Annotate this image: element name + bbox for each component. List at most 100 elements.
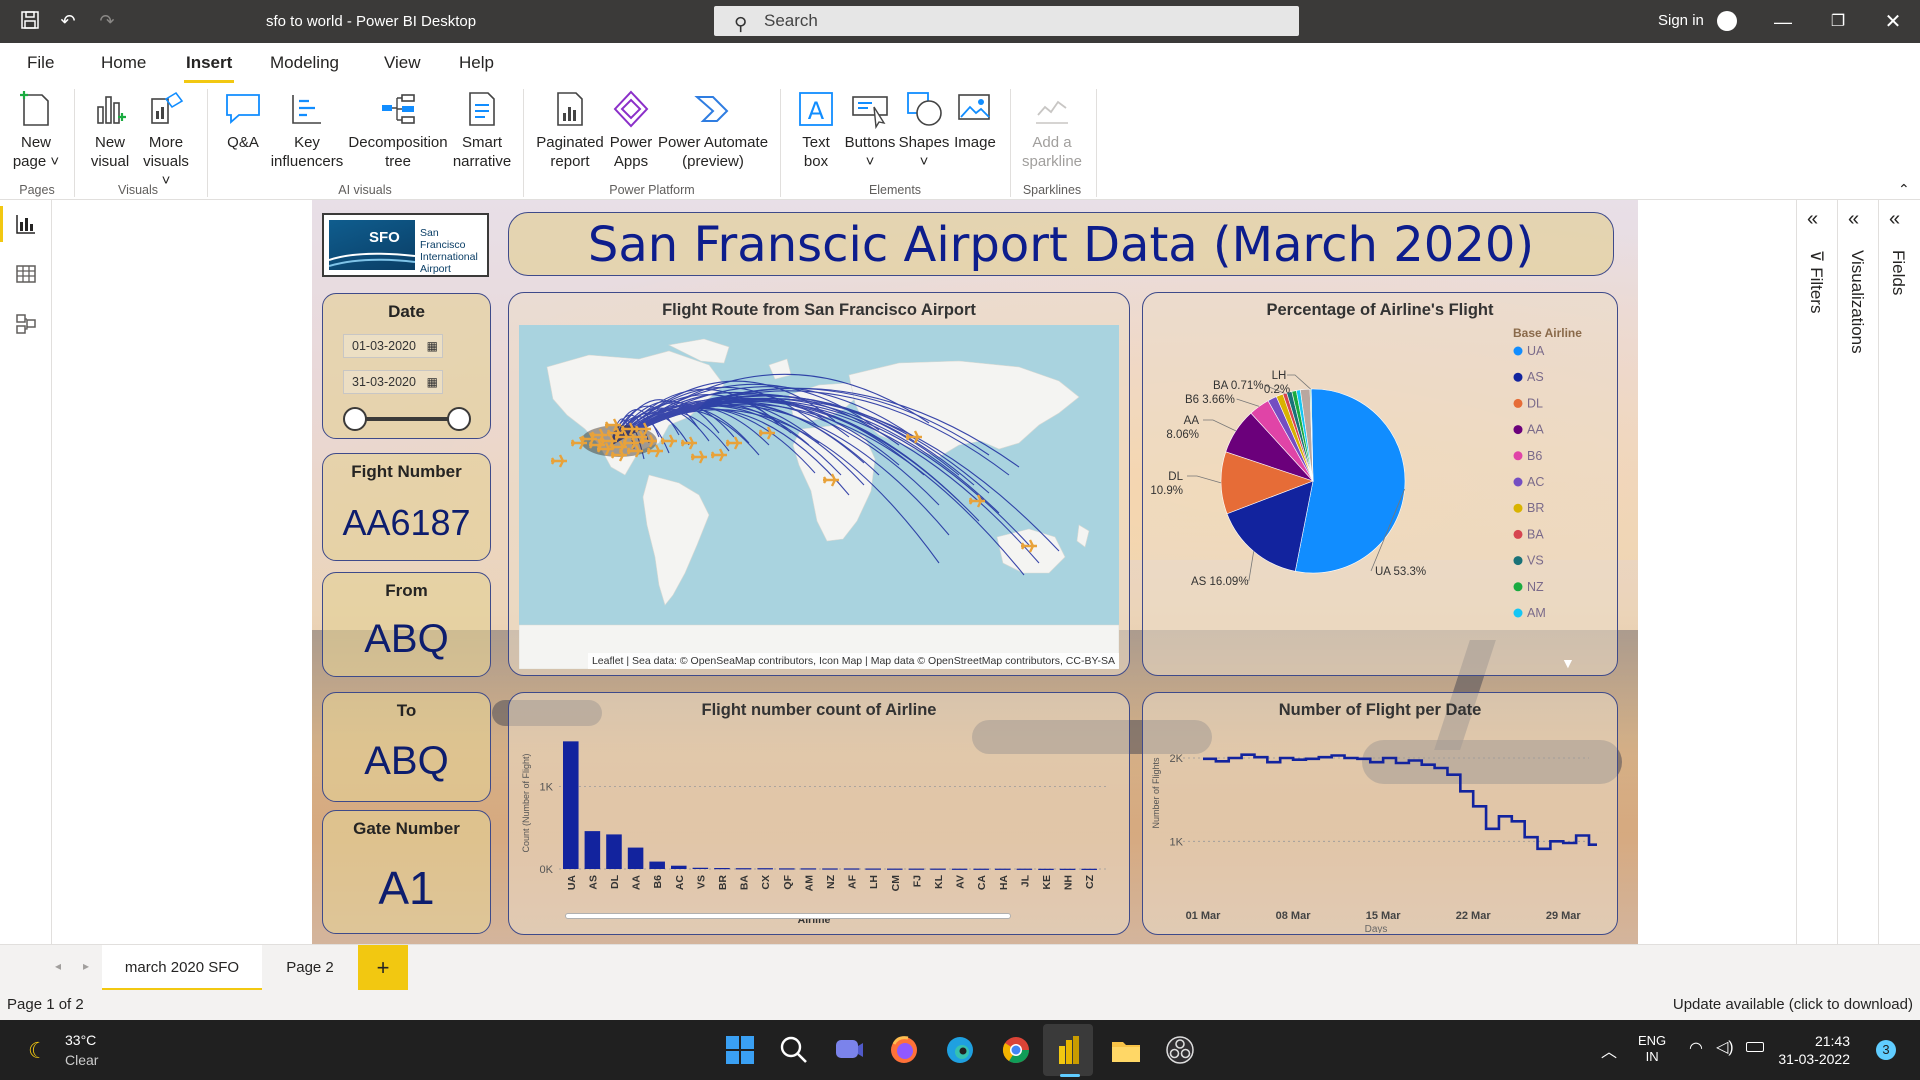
date-range-start-handle[interactable] <box>343 407 367 431</box>
bar-kl[interactable] <box>930 868 946 870</box>
legend-marker-vs[interactable] <box>1513 556 1523 566</box>
legend-marker-ac[interactable] <box>1513 477 1523 487</box>
legend-marker-dl[interactable] <box>1513 398 1523 408</box>
date-start-input[interactable]: 01-03-2020 ▦ <box>343 334 443 358</box>
expand-chevron-icon[interactable]: « <box>1848 208 1859 231</box>
calendar-icon[interactable]: ▦ <box>427 335 438 357</box>
legend-marker-br[interactable] <box>1513 503 1523 513</box>
language-code[interactable]: ENG <box>1638 1033 1666 1049</box>
weather-condition[interactable]: Clear <box>65 1052 98 1068</box>
language-region[interactable]: IN <box>1638 1049 1666 1065</box>
legend-item-dl[interactable]: DL <box>1527 396 1543 410</box>
restore-icon[interactable]: ❐ <box>1818 8 1858 36</box>
bar-fj[interactable] <box>908 868 925 870</box>
add-sparkline-button[interactable]: Add a sparkline <box>1016 89 1088 171</box>
legend-item-ac[interactable]: AC <box>1527 475 1544 489</box>
map-tile[interactable]: Leaflet | Sea data: © OpenSeaMap contrib… <box>519 325 1119 669</box>
bar-ke[interactable] <box>1038 868 1054 870</box>
update-available-link[interactable]: Update available (click to download) <box>1673 996 1913 1013</box>
new-page-button[interactable]: New page ˅ <box>8 89 64 171</box>
avatar[interactable] <box>1717 11 1737 31</box>
legend-item-nz[interactable]: NZ <box>1527 580 1544 594</box>
bar-chart[interactable]: 0K 1K Count (Number of Flight) UA AS DL AA B6 AC… <box>509 723 1131 933</box>
model-view-icon[interactable] <box>14 312 38 336</box>
legend-item-br[interactable]: BR <box>1527 501 1544 515</box>
filters-pane[interactable]: « ⊽ Filters <box>1797 200 1838 944</box>
legend-item-b6[interactable]: B6 <box>1527 449 1542 463</box>
plane-marker[interactable] <box>681 436 697 450</box>
shapes-button[interactable]: Shapes ˅ <box>896 89 952 171</box>
scroll-down-icon[interactable]: ▼ <box>1561 655 1575 671</box>
legend-item-am[interactable]: AM <box>1527 606 1546 620</box>
collapse-ribbon-icon[interactable]: ⌃ <box>1898 181 1910 198</box>
bar-dl[interactable] <box>606 834 622 869</box>
power-bi-icon[interactable] <box>1053 1034 1085 1066</box>
legend-item-ba[interactable]: BA <box>1527 527 1544 541</box>
plane-marker[interactable] <box>691 450 707 464</box>
bar-cz[interactable] <box>1081 868 1097 870</box>
report-view-icon[interactable] <box>14 212 38 236</box>
bar-ac[interactable] <box>671 865 687 869</box>
paginated-report-button[interactable]: Paginated report <box>532 89 608 171</box>
menu-help[interactable]: Help <box>459 53 494 73</box>
image-button[interactable]: Image <box>948 89 1002 152</box>
tray-overflow-icon[interactable]: ︿ <box>1601 1038 1617 1062</box>
bar-b6[interactable] <box>649 861 665 869</box>
legend-marker-aa[interactable] <box>1513 425 1523 435</box>
text-box-button[interactable]: A Text box <box>788 89 844 171</box>
fields-pane[interactable]: « Fields <box>1879 200 1920 944</box>
power-automate-button[interactable]: Power Automate (preview) <box>656 89 770 171</box>
legend-marker-b6[interactable] <box>1513 451 1523 461</box>
sign-in-link[interactable]: Sign in <box>1658 12 1704 29</box>
close-icon[interactable]: ✕ <box>1873 8 1913 36</box>
date-end-input[interactable]: 31-03-2020 ▦ <box>343 370 443 394</box>
menu-home[interactable]: Home <box>101 53 146 73</box>
bar-jl[interactable] <box>1016 868 1033 870</box>
bar-nh[interactable] <box>1059 868 1076 870</box>
bar-af[interactable] <box>843 868 860 870</box>
menu-insert[interactable]: Insert <box>186 53 232 73</box>
horizontal-scrollbar[interactable] <box>565 913 1011 919</box>
windows-start-icon[interactable] <box>724 1034 756 1066</box>
volume-icon[interactable]: ◁) <box>1716 1037 1734 1057</box>
qa-button[interactable]: Q&A <box>215 89 271 152</box>
line-series-flights[interactable] <box>1203 753 1597 851</box>
redo-icon[interactable]: ↷ <box>96 10 118 32</box>
bar-qf[interactable] <box>779 868 795 870</box>
new-visual-button[interactable]: New visual <box>82 89 138 171</box>
date-range-end-handle[interactable] <box>447 407 471 431</box>
legend-marker-am[interactable] <box>1513 608 1523 618</box>
plane-marker[interactable] <box>726 436 742 450</box>
visualizations-pane[interactable]: « Visualizations <box>1838 200 1879 944</box>
bar-vs[interactable] <box>692 867 709 869</box>
plane-marker[interactable] <box>711 448 727 462</box>
smart-narrative-button[interactable]: Smart narrative <box>450 89 514 171</box>
pie-chart[interactable]: UA 53.3% AS 16.09% DL 10.9% AA 8.06% B6 3.66% B… <box>1143 323 1619 668</box>
buttons-button[interactable]: Buttons ˅ <box>842 89 898 171</box>
add-page-button[interactable]: + <box>358 945 408 991</box>
teams-chat-icon[interactable] <box>833 1034 865 1066</box>
power-apps-button[interactable]: Power Apps <box>604 89 658 171</box>
weather-temp[interactable]: 33°C <box>65 1032 96 1048</box>
flight-count-bar-visual[interactable]: Flight number count of Airline 0K 1K Count… <box>508 692 1130 935</box>
legend-item-as[interactable]: AS <box>1527 370 1544 384</box>
data-view-icon[interactable] <box>14 262 38 286</box>
tab-scroll-right-icon[interactable]: ▸ <box>83 959 89 973</box>
flight-route-map-visual[interactable]: Flight Route from San Francisco Airport <box>508 292 1130 676</box>
battery-icon[interactable] <box>1746 1042 1764 1052</box>
menu-file[interactable]: File <box>27 53 54 73</box>
plane-marker[interactable] <box>661 434 677 448</box>
legend-marker-as[interactable] <box>1513 372 1523 382</box>
minimize-icon[interactable]: — <box>1763 8 1803 36</box>
bar-br[interactable] <box>714 868 730 870</box>
menu-view[interactable]: View <box>384 53 421 73</box>
legend-item-ua[interactable]: UA <box>1527 344 1545 358</box>
map-attribution[interactable]: Leaflet | Sea data: © OpenSeaMap contrib… <box>587 653 1119 669</box>
notification-badge[interactable]: 3 <box>1876 1040 1896 1060</box>
save-icon[interactable] <box>19 10 41 32</box>
tab-scroll-left-icon[interactable]: ◂ <box>55 959 61 973</box>
bar-ua[interactable] <box>563 741 579 869</box>
edge-icon[interactable] <box>944 1034 976 1066</box>
undo-icon[interactable]: ↶ <box>57 10 79 32</box>
bar-ca[interactable] <box>973 868 989 870</box>
